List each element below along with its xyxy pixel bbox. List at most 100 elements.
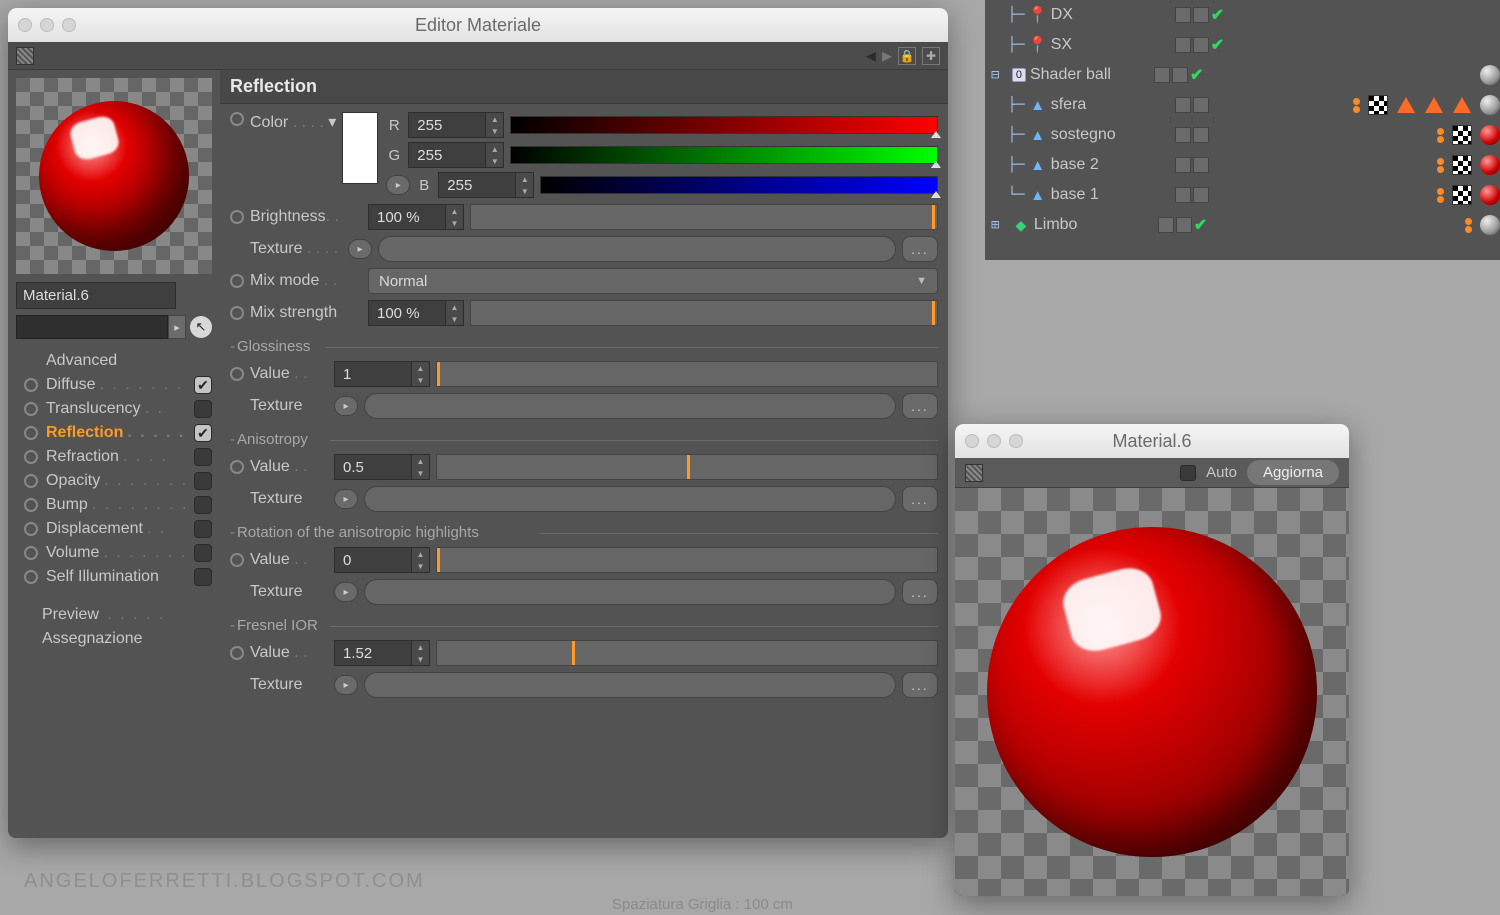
material-tag-icon[interactable] xyxy=(1480,155,1500,175)
outliner-row-sostegno[interactable]: ├─▲sostegno xyxy=(985,120,1500,150)
fresnel-texture-browse[interactable]: ... xyxy=(902,672,938,698)
warning-tag-icon[interactable] xyxy=(1396,95,1416,115)
checker-tag-icon[interactable] xyxy=(1452,155,1472,175)
glossiness-dot[interactable] xyxy=(230,367,244,381)
channel-radio[interactable] xyxy=(24,450,38,464)
channel-refraction[interactable]: Refraction. . . . xyxy=(8,445,220,469)
preview-traffic-lights[interactable] xyxy=(965,434,1023,448)
glossiness-value[interactable]: ▲▼ xyxy=(334,361,430,387)
material-tag-icon[interactable] xyxy=(1480,95,1500,115)
anisotropy-slider[interactable] xyxy=(436,454,938,480)
outliner-row-sfera[interactable]: ├─▲sfera xyxy=(985,90,1500,120)
material-search-input[interactable] xyxy=(16,315,168,339)
r-slider[interactable] xyxy=(510,116,938,134)
cursor-icon[interactable]: ↖ xyxy=(190,316,212,338)
channel-radio[interactable] xyxy=(24,426,38,440)
glossiness-texture-field[interactable] xyxy=(364,393,896,419)
channel-self-illumination[interactable]: Self Illumination xyxy=(8,565,220,589)
material-tag-icon[interactable] xyxy=(1480,185,1500,205)
preview-titlebar[interactable]: Material.6 xyxy=(955,424,1349,458)
titlebar[interactable]: Editor Materiale xyxy=(8,8,948,42)
visibility-cells[interactable] xyxy=(1175,157,1227,173)
grid-icon[interactable] xyxy=(16,47,34,65)
material-tag-icon[interactable] xyxy=(1480,215,1500,235)
mixstrength-dot[interactable] xyxy=(230,306,244,320)
channel-radio[interactable] xyxy=(24,402,38,416)
checker-tag-icon[interactable] xyxy=(1452,125,1472,145)
outliner-row-base-2[interactable]: ├─▲base 2 xyxy=(985,150,1500,180)
texture-menu-1[interactable]: ▸ xyxy=(348,239,372,259)
texture-field-1[interactable] xyxy=(378,236,896,262)
glossiness-texture-browse[interactable]: ... xyxy=(902,393,938,419)
channel-checkbox[interactable] xyxy=(194,496,212,514)
channel-radio[interactable] xyxy=(24,546,38,560)
channel-checkbox[interactable] xyxy=(194,448,212,466)
rotation-slider[interactable] xyxy=(436,547,938,573)
channel-opacity[interactable]: Opacity. . . . . . . xyxy=(8,469,220,493)
anisotropy-texture-browse[interactable]: ... xyxy=(902,486,938,512)
channel-radio[interactable] xyxy=(24,378,38,392)
visibility-cells[interactable] xyxy=(1175,127,1227,143)
anisotropy-value[interactable]: ▲▼ xyxy=(334,454,430,480)
subitem-assegnazione[interactable]: Assegnazione xyxy=(8,627,220,651)
outliner-row-limbo[interactable]: ⊞ ◆Limbo✔ xyxy=(985,210,1500,240)
traffic-lights[interactable] xyxy=(18,18,76,32)
nav-fwd-icon[interactable]: ▸ xyxy=(882,43,892,68)
outliner-row-base-1[interactable]: └─▲base 1 xyxy=(985,180,1500,210)
channel-displacement[interactable]: Displacement. . xyxy=(8,517,220,541)
channel-checkbox[interactable] xyxy=(194,544,212,562)
rotation-texture-menu[interactable]: ▸ xyxy=(334,582,358,602)
anisotropy-texture-field[interactable] xyxy=(364,486,896,512)
brightness-dot[interactable] xyxy=(230,210,244,224)
warning-tag-icon[interactable] xyxy=(1452,95,1472,115)
rotation-dot[interactable] xyxy=(230,553,244,567)
rotation-texture-browse[interactable]: ... xyxy=(902,579,938,605)
object-name[interactable]: SX xyxy=(1051,36,1171,54)
object-name[interactable]: DX xyxy=(1051,6,1171,24)
subitem-preview[interactable]: Preview . . . . . xyxy=(8,603,220,627)
fresnel-slider[interactable] xyxy=(436,640,938,666)
color-model-toggle[interactable]: ▸ xyxy=(386,175,410,195)
material-tag-icon[interactable] xyxy=(1480,65,1500,85)
rotation-texture-field[interactable] xyxy=(364,579,896,605)
nav-back-icon[interactable]: ◂ xyxy=(866,43,876,68)
auto-checkbox[interactable] xyxy=(1180,465,1196,481)
brightness-slider[interactable] xyxy=(470,204,938,230)
channel-checkbox[interactable] xyxy=(194,400,212,418)
visibility-cells[interactable] xyxy=(1175,97,1227,113)
b-value[interactable]: ▲▼ xyxy=(438,172,534,198)
g-slider[interactable] xyxy=(510,146,938,164)
checker-tag-icon[interactable] xyxy=(1452,185,1472,205)
mixstrength-value[interactable]: ▲▼ xyxy=(368,300,464,326)
visibility-cells[interactable]: ✔ xyxy=(1175,35,1227,55)
channel-radio[interactable] xyxy=(24,522,38,536)
outliner-row-sx[interactable]: ├─📍SX✔ xyxy=(985,30,1500,60)
outliner-row-shader-ball[interactable]: ⊟ 0Shader ball✔ xyxy=(985,60,1500,90)
fresnel-value[interactable]: ▲▼ xyxy=(334,640,430,666)
object-name[interactable]: sfera xyxy=(1051,96,1171,114)
channel-checkbox[interactable] xyxy=(194,472,212,490)
channel-translucency[interactable]: Translucency. . xyxy=(8,397,220,421)
mixmode-dot[interactable] xyxy=(230,274,244,288)
mixmode-dropdown[interactable]: Normal▼ xyxy=(368,268,938,294)
material-tag-icon[interactable] xyxy=(1480,125,1500,145)
object-name[interactable]: sostegno xyxy=(1051,126,1171,144)
material-name-input[interactable] xyxy=(16,282,176,309)
visibility-cells[interactable]: ✔ xyxy=(1175,5,1227,25)
g-value[interactable]: ▲▼ xyxy=(408,142,504,168)
fresnel-texture-menu[interactable]: ▸ xyxy=(334,675,358,695)
glossiness-texture-menu[interactable]: ▸ xyxy=(334,396,358,416)
checker-tag-icon[interactable] xyxy=(1368,95,1388,115)
refresh-button[interactable]: Aggiorna xyxy=(1247,460,1339,485)
lock-icon[interactable]: 🔒 xyxy=(898,47,916,65)
channel-radio[interactable] xyxy=(24,474,38,488)
object-name[interactable]: Shader ball xyxy=(1030,66,1150,84)
channel-checkbox[interactable] xyxy=(194,520,212,538)
channel-reflection[interactable]: Reflection. . . . .✔ xyxy=(8,421,220,445)
r-value[interactable]: ▲▼ xyxy=(408,112,504,138)
rotation-value[interactable]: ▲▼ xyxy=(334,547,430,573)
color-anim-dot[interactable] xyxy=(230,112,244,126)
channel-checkbox[interactable]: ✔ xyxy=(194,376,212,394)
object-name[interactable]: base 2 xyxy=(1051,156,1171,174)
channel-diffuse[interactable]: Diffuse. . . . . . .✔ xyxy=(8,373,220,397)
